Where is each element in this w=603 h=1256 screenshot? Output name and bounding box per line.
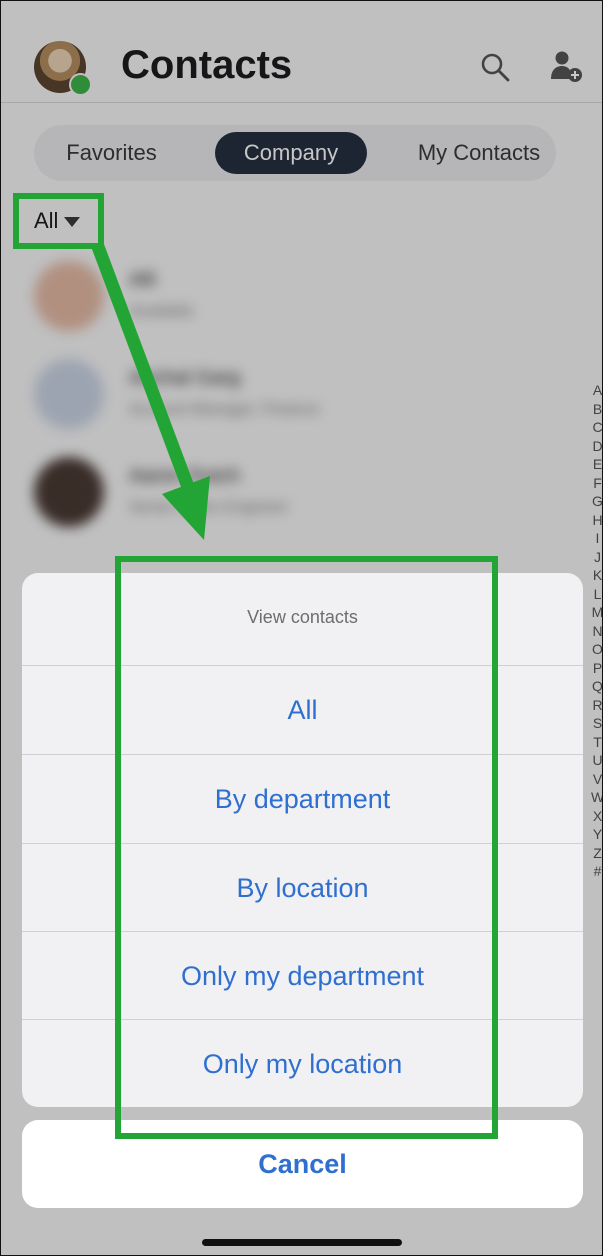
annotation-highlight-options	[115, 556, 498, 1139]
annotation-highlight-filter	[13, 193, 104, 249]
home-indicator	[202, 1239, 402, 1246]
